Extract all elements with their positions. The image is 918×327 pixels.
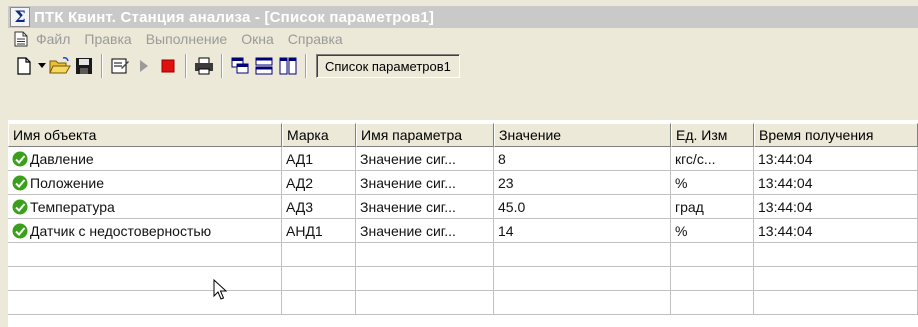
table-body: Давление АД1 Значение сиг... 8 кгс/с... … bbox=[8, 147, 918, 327]
application-window: Σ ПТК Квинт. Станция анализа - [Список п… bbox=[0, 0, 918, 327]
toolbar-separator bbox=[101, 54, 103, 78]
empty-table-row[interactable] bbox=[8, 243, 918, 267]
table-row[interactable]: Положение АД2 Значение сиг... 23 % 13:44… bbox=[8, 171, 918, 195]
unit-cell: кгс/с... bbox=[671, 147, 754, 171]
parameter-name-cell: Значение сиг... bbox=[356, 219, 494, 243]
time-cell: 13:44:04 bbox=[754, 171, 918, 195]
toolbar-separator bbox=[221, 54, 223, 78]
unit-cell: % bbox=[671, 219, 754, 243]
new-document-icon[interactable] bbox=[12, 54, 36, 78]
tile-vertical-icon[interactable] bbox=[276, 54, 300, 78]
tile-horizontal-icon[interactable] bbox=[252, 54, 276, 78]
table-row[interactable]: Давление АД1 Значение сиг... 8 кгс/с... … bbox=[8, 147, 918, 171]
toolbar: Список параметров1 bbox=[8, 50, 918, 82]
menu-windows[interactable]: Окна bbox=[241, 31, 274, 47]
menu-file[interactable]: Файл bbox=[36, 31, 70, 47]
status-ok-icon bbox=[12, 199, 28, 214]
menu-help[interactable]: Справка bbox=[288, 31, 343, 47]
menu-edit[interactable]: Правка bbox=[84, 31, 131, 47]
sigma-icon[interactable]: Σ bbox=[10, 7, 30, 27]
empty-table-row[interactable] bbox=[8, 267, 918, 291]
dropdown-arrow-icon[interactable] bbox=[36, 54, 48, 78]
title-bar[interactable]: Σ ПТК Квинт. Станция анализа - [Список п… bbox=[8, 6, 918, 28]
time-cell: 13:44:04 bbox=[754, 219, 918, 243]
open-folder-icon[interactable] bbox=[48, 54, 72, 78]
toolbar-separator bbox=[185, 54, 187, 78]
status-ok-icon bbox=[12, 175, 28, 190]
status-ok-icon bbox=[12, 223, 28, 238]
properties-icon[interactable] bbox=[108, 54, 132, 78]
parameter-name-cell: Значение сиг... bbox=[356, 171, 494, 195]
column-header-parameter-name[interactable]: Имя параметра bbox=[356, 123, 494, 147]
column-header-value[interactable]: Значение bbox=[494, 123, 671, 147]
object-name: Положение bbox=[30, 174, 104, 191]
column-header-time[interactable]: Время получения bbox=[754, 123, 918, 147]
save-icon[interactable] bbox=[72, 54, 96, 78]
unit-cell: град bbox=[671, 195, 754, 219]
play-icon[interactable] bbox=[132, 54, 156, 78]
mark-cell: АНД1 bbox=[282, 219, 356, 243]
document-icon[interactable] bbox=[14, 31, 28, 47]
object-name: Температура bbox=[30, 198, 115, 215]
table-row[interactable]: Датчик с недостоверностью АНД1 Значение … bbox=[8, 219, 918, 243]
value-cell: 14 bbox=[494, 219, 671, 243]
table-row[interactable]: Температура АД3 Значение сиг... 45.0 гра… bbox=[8, 195, 918, 219]
parameter-name-cell: Значение сиг... bbox=[356, 147, 494, 171]
toolbar-separator bbox=[305, 54, 307, 78]
mark-cell: АД3 bbox=[282, 195, 356, 219]
time-cell: 13:44:04 bbox=[754, 195, 918, 219]
object-name: Датчик с недостоверностью bbox=[30, 222, 212, 239]
print-icon[interactable] bbox=[192, 54, 216, 78]
column-header-unit[interactable]: Ед. Изм bbox=[671, 123, 754, 147]
mouse-cursor-icon bbox=[213, 279, 227, 300]
value-cell: 8 bbox=[494, 147, 671, 171]
stop-icon[interactable] bbox=[156, 54, 180, 78]
column-header-mark[interactable]: Марка bbox=[282, 123, 356, 147]
object-name: Давление bbox=[30, 150, 94, 167]
time-cell: 13:44:04 bbox=[754, 147, 918, 171]
status-ok-icon bbox=[12, 151, 28, 166]
table-header: Имя объекта Марка Имя параметра Значение… bbox=[8, 123, 918, 147]
menu-bar: Файл Правка Выполнение Окна Справка bbox=[8, 28, 918, 50]
value-cell: 45.0 bbox=[494, 195, 671, 219]
value-cell: 23 bbox=[494, 171, 671, 195]
menu-run[interactable]: Выполнение bbox=[146, 31, 227, 47]
parameter-name-cell: Значение сиг... bbox=[356, 195, 494, 219]
cascade-windows-icon[interactable] bbox=[228, 54, 252, 78]
mark-cell: АД2 bbox=[282, 171, 356, 195]
empty-table-row[interactable] bbox=[8, 291, 918, 315]
mark-cell: АД1 bbox=[282, 147, 356, 171]
column-header-object-name[interactable]: Имя объекта bbox=[8, 123, 282, 147]
unit-cell: % bbox=[671, 171, 754, 195]
window-title: ПТК Квинт. Станция анализа - [Список пар… bbox=[34, 8, 435, 26]
window-tab-button[interactable]: Список параметров1 bbox=[316, 54, 460, 78]
